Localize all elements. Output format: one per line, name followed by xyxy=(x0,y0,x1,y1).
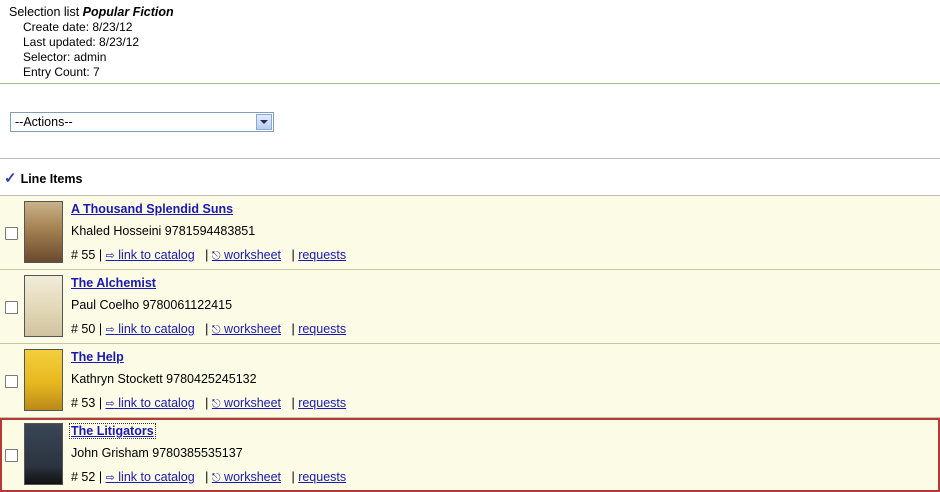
author-isbn: Kathryn Stockett 9780425245132 xyxy=(71,372,257,386)
actions-dropdown[interactable]: --Actions-- xyxy=(10,112,274,132)
create-date: Create date: 8/23/12 xyxy=(23,20,133,34)
line-item-checkbox[interactable] xyxy=(5,227,18,240)
last-updated: Last updated: 8/23/12 xyxy=(23,35,140,49)
book-cover-image xyxy=(24,349,63,411)
book-title-link[interactable]: The Litigators xyxy=(69,423,156,439)
line-item: A Thousand Splendid Suns Khaled Hosseini… xyxy=(0,196,940,270)
worksheet-icon: ⎋ xyxy=(211,472,221,484)
selection-list-summary: Selection list Popular Fiction Create da… xyxy=(0,0,940,84)
line-item-selected: The Litigators John Grisham 978038553513… xyxy=(0,418,940,492)
item-links: # 53 | ⇨ link to catalog | ⎋ worksheet |… xyxy=(71,396,347,410)
book-title-link[interactable]: The Help xyxy=(71,350,124,364)
line-item: The Help Kathryn Stockett 9780425245132 … xyxy=(0,344,940,418)
item-number: # 55 xyxy=(71,248,96,262)
book-cover-image xyxy=(24,423,63,485)
book-title-link[interactable]: A Thousand Splendid Suns xyxy=(71,202,233,216)
line-item-checkbox[interactable] xyxy=(5,301,18,314)
arrow-right-icon: ⇨ xyxy=(105,250,115,262)
item-links: # 50 | ⇨ link to catalog | ⎋ worksheet |… xyxy=(71,322,347,336)
worksheet-link[interactable]: ⎋ worksheet xyxy=(212,396,281,410)
book-title-link[interactable]: The Alchemist xyxy=(71,276,156,290)
item-number: # 50 xyxy=(71,322,96,336)
worksheet-link[interactable]: ⎋ worksheet xyxy=(212,470,281,484)
link-to-catalog[interactable]: ⇨ link to catalog xyxy=(106,396,195,410)
link-to-catalog[interactable]: ⇨ link to catalog xyxy=(106,470,195,484)
author-isbn: Khaled Hosseini 9781594483851 xyxy=(71,224,256,238)
actions-selected: --Actions-- xyxy=(15,115,73,129)
book-cover-image xyxy=(24,275,63,337)
checkmark-icon: ✓ xyxy=(4,170,17,187)
arrow-right-icon: ⇨ xyxy=(105,324,115,336)
line-items-heading[interactable]: ✓ Line Items xyxy=(4,169,82,187)
line-item-checkbox[interactable] xyxy=(5,375,18,388)
list-name: Popular Fiction xyxy=(82,5,174,19)
book-cover-image xyxy=(24,201,63,263)
worksheet-icon: ⎋ xyxy=(211,398,221,410)
dropdown-arrow-icon[interactable] xyxy=(256,114,272,130)
requests-link[interactable]: requests xyxy=(298,322,346,336)
worksheet-icon: ⎋ xyxy=(211,324,221,336)
author-isbn: John Grisham 9780385535137 xyxy=(71,446,243,460)
divider xyxy=(0,158,940,159)
item-number: # 52 xyxy=(71,470,96,484)
entry-count: Entry Count: 7 xyxy=(23,65,100,79)
line-item: The Alchemist Paul Coelho 9780061122415 … xyxy=(0,270,940,344)
arrow-right-icon: ⇨ xyxy=(105,398,115,410)
worksheet-link[interactable]: ⎋ worksheet xyxy=(212,322,281,336)
line-items-label: Line Items xyxy=(20,172,83,186)
summary-title: Selection list Popular Fiction xyxy=(9,5,940,20)
item-links: # 52 | ⇨ link to catalog | ⎋ worksheet |… xyxy=(71,470,347,484)
line-item-checkbox[interactable] xyxy=(5,449,18,462)
link-to-catalog[interactable]: ⇨ link to catalog xyxy=(106,248,195,262)
worksheet-icon: ⎋ xyxy=(211,250,221,262)
requests-link[interactable]: requests xyxy=(298,470,346,484)
author-isbn: Paul Coelho 9780061122415 xyxy=(71,298,233,312)
summary-prefix: Selection list xyxy=(9,5,80,19)
requests-link[interactable]: requests xyxy=(298,396,346,410)
item-links: # 55 | ⇨ link to catalog | ⎋ worksheet |… xyxy=(71,248,347,262)
selector: Selector: admin xyxy=(23,50,107,64)
arrow-right-icon: ⇨ xyxy=(105,472,115,484)
requests-link[interactable]: requests xyxy=(298,248,346,262)
worksheet-link[interactable]: ⎋ worksheet xyxy=(212,248,281,262)
item-number: # 53 xyxy=(71,396,96,410)
link-to-catalog[interactable]: ⇨ link to catalog xyxy=(106,322,195,336)
